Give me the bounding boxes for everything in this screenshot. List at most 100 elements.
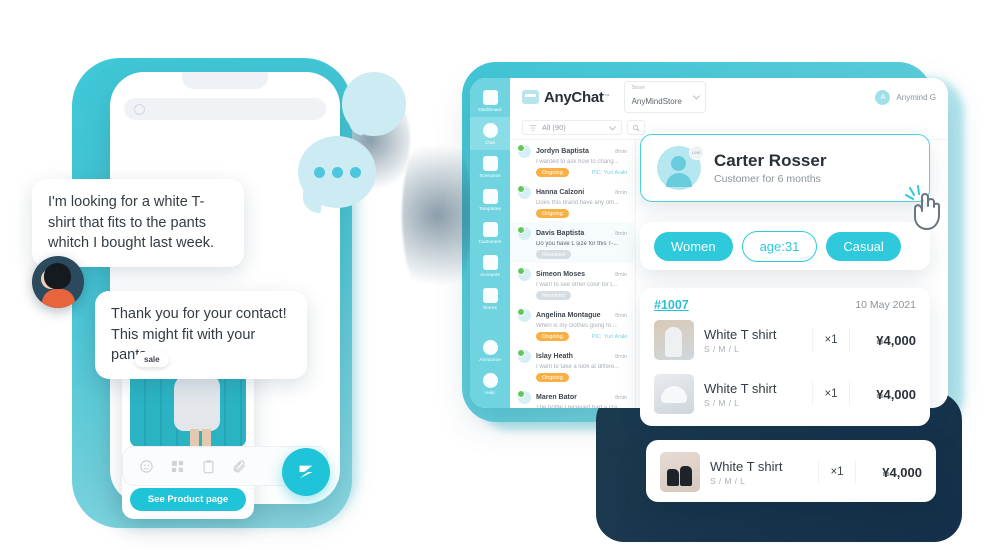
- chat-list-item[interactable]: Davis Baptista 8min Do you have L size f…: [510, 222, 635, 263]
- chat-timestamp: 8min: [615, 394, 627, 401]
- item-price: ¥4,000: [882, 464, 922, 480]
- templates-icon: [482, 189, 498, 204]
- sidebar-item-scenarios[interactable]: Scenarios: [470, 150, 510, 183]
- chat-list-item[interactable]: Maren Bator 8min The bottle I recieved h…: [510, 386, 635, 408]
- item-thumbnail: [654, 320, 694, 360]
- chat-avatar: [517, 267, 531, 281]
- filter-icon: [529, 124, 537, 131]
- chat-filter-dropdown[interactable]: All (90): [522, 120, 622, 135]
- order-item-row[interactable]: White T shirt S / M / L ×1 ¥4,000: [654, 366, 916, 420]
- clipboard-icon[interactable]: [201, 459, 216, 474]
- chevron-down-icon: [608, 122, 617, 131]
- click-cursor-icon: [905, 185, 940, 230]
- send-icon: [299, 465, 313, 479]
- chat-preview: I wanted to ask how to chang...: [536, 159, 619, 165]
- chat-preview: I want to see other color for t...: [536, 282, 618, 288]
- chat-contact-name: Maren Bator: [536, 394, 577, 401]
- chat-list[interactable]: Jordyn Baptista 8min I wanted to ask how…: [510, 140, 636, 408]
- chat-assignee: PIC: Yuri Araki: [591, 333, 627, 340]
- chat-list-item[interactable]: Angelina Montague 8min When is my clothe…: [510, 304, 635, 345]
- order-item-row[interactable]: White T shirt S / M / L ×1 ¥4,000: [654, 312, 916, 366]
- trademark-symbol: ™: [603, 94, 610, 100]
- user-menu[interactable]: A Anymind G: [875, 89, 936, 105]
- chat-timestamp: 8min: [615, 189, 627, 196]
- store-selector[interactable]: Store AnyMindStore: [623, 81, 706, 113]
- chat-timestamp: 8min: [615, 353, 627, 360]
- item-thumbnail: [660, 452, 700, 492]
- decorative-typing-bubble: [298, 136, 376, 208]
- chat-timestamp: 8min: [615, 148, 627, 155]
- chat-list-item[interactable]: Hanna Calzoni 8min Does this brand have …: [510, 181, 635, 222]
- tag-casual[interactable]: Casual: [826, 231, 901, 261]
- chat-list-item[interactable]: Jordyn Baptista 8min I wanted to ask how…: [510, 140, 635, 181]
- line-channel-icon: LINE: [689, 145, 704, 160]
- chat-list-item[interactable]: Islay Heath 8min I want to take a look a…: [510, 345, 635, 386]
- grain-texture-left: [402, 120, 472, 310]
- chat-preview: I want to take a look at differe...: [536, 364, 620, 370]
- chat-contact-name: Hanna Calzoni: [536, 189, 585, 196]
- chat-filter-label: All (90): [542, 123, 566, 132]
- customer-avatar: LINE: [657, 145, 704, 190]
- app-title: AnyChat: [544, 88, 604, 106]
- user-avatar: A: [875, 89, 891, 105]
- chat-contact-name: Islay Heath: [536, 353, 573, 360]
- user-name: Anymind G: [896, 92, 936, 102]
- send-button[interactable]: [282, 448, 330, 496]
- item-size: S / M / L: [704, 343, 740, 354]
- customer-card[interactable]: LINE Carter Rosser Customer for 6 months: [640, 134, 930, 202]
- typing-dot: [349, 166, 361, 178]
- sidebar-item-templates[interactable]: Templates: [470, 183, 510, 216]
- phone-notch: [182, 72, 268, 89]
- sidebar: Dashboard Chat Scenarios Templates Custo…: [470, 78, 510, 408]
- status-badge: Resolved: [536, 250, 571, 259]
- tag-women[interactable]: Women: [654, 231, 733, 261]
- status-badge: Ongoing: [536, 209, 569, 218]
- chat-preview: The bottle I recieved had a cra...: [536, 405, 623, 408]
- sidebar-item-help[interactable]: Help: [470, 367, 510, 400]
- sidebar-item-customers[interactable]: Customers: [470, 216, 510, 249]
- order-id-link[interactable]: #1007: [654, 298, 689, 312]
- chat-timestamp: 8min: [615, 312, 627, 319]
- emoji-icon[interactable]: [139, 459, 154, 474]
- order-header: #1007 10 May 2021: [654, 298, 916, 312]
- chat-contact-name: Angelina Montague: [536, 312, 601, 319]
- avatar: [32, 256, 84, 308]
- customer-tenure: Customer for 6 months: [714, 173, 821, 185]
- sidebar-item-stores[interactable]: Stores: [470, 282, 510, 315]
- status-badge: Ongoing: [536, 168, 569, 177]
- chat-avatar: [517, 226, 531, 240]
- chat-avatar: [517, 308, 531, 322]
- chat-avatar: [517, 144, 531, 158]
- item-name: White T shirt: [704, 326, 777, 342]
- chat-avatar: [517, 185, 531, 199]
- status-badge: Ongoing: [536, 373, 569, 382]
- decorative-bubble-small: [342, 72, 406, 136]
- phone-search-bar[interactable]: [124, 98, 326, 120]
- see-product-page-button[interactable]: See Product page: [130, 488, 246, 511]
- sidebar-item-accounts[interactable]: Accounts: [470, 249, 510, 282]
- phone-mockup: sale See Product page ¥3,000 See Product…: [32, 72, 340, 519]
- chat-timestamp: 8min: [615, 271, 627, 278]
- dashboard-icon: [482, 90, 498, 105]
- chat-list-item[interactable]: Simeon Moses 8min I want to see other co…: [510, 263, 635, 304]
- stores-icon: [482, 288, 498, 303]
- customers-icon: [482, 222, 498, 237]
- item-quantity: ×1: [812, 328, 850, 352]
- sidebar-item-chat[interactable]: Chat: [470, 117, 510, 150]
- help-icon: [482, 373, 498, 388]
- customer-name: Carter Rosser: [714, 151, 827, 170]
- anychat-logo-icon: [522, 90, 539, 104]
- paperclip-icon[interactable]: [232, 459, 247, 474]
- sidebar-item-announce[interactable]: Announce: [470, 334, 510, 367]
- grid-icon[interactable]: [170, 459, 185, 474]
- sidebar-item-dashboard[interactable]: Dashboard: [470, 84, 510, 117]
- floating-order-card: White T shirt S / M / L ×1 ¥4,000: [646, 440, 936, 502]
- typing-dot: [331, 166, 343, 178]
- order-item-row[interactable]: White T shirt S / M / L ×1 ¥4,000: [660, 444, 922, 498]
- item-size: S / M / L: [704, 397, 740, 408]
- chat-bubble-outgoing: Thank you for your contact! This might f…: [95, 291, 307, 379]
- search-icon: [632, 124, 640, 131]
- tag-age[interactable]: age:31: [741, 230, 818, 262]
- item-quantity: ×1: [818, 460, 856, 484]
- search-button[interactable]: [627, 120, 645, 135]
